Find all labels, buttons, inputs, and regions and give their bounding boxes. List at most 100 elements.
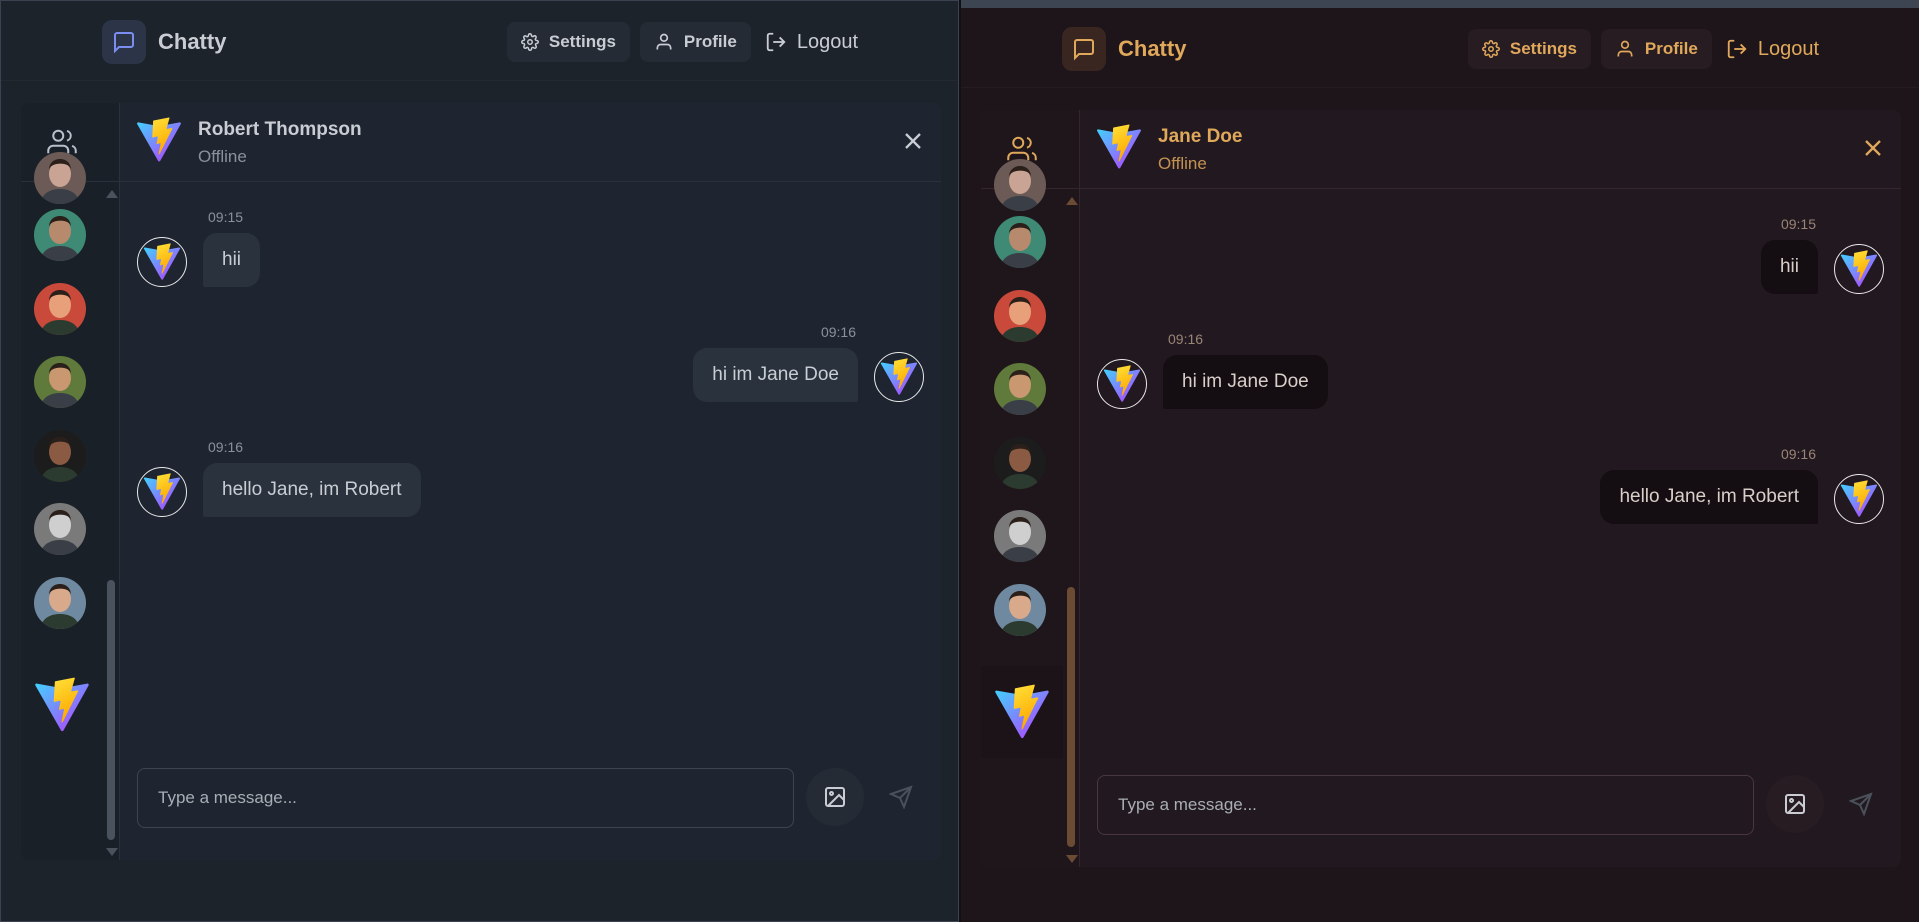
- contacts-sidebar: [21, 103, 120, 860]
- contact-avatar-image: [994, 216, 1046, 268]
- nav-actions: Settings Profile Logout: [1467, 29, 1823, 69]
- message-time: 09:15: [208, 209, 244, 225]
- vite-bolt-logo: [1840, 480, 1878, 517]
- contact-avatar[interactable]: [994, 583, 1046, 636]
- contact-avatar-image: [34, 503, 86, 555]
- brand[interactable]: Chatty: [1062, 27, 1186, 71]
- contact-avatar[interactable]: [34, 576, 86, 629]
- profile-button[interactable]: Profile: [1600, 29, 1712, 69]
- close-chat-button[interactable]: [1859, 134, 1887, 162]
- contact-avatar[interactable]: [994, 510, 1046, 562]
- send-button[interactable]: [872, 768, 930, 826]
- contacts-sidebar: [981, 110, 1080, 867]
- vite-bolt-logo: [880, 358, 918, 395]
- contact-list: [21, 152, 103, 860]
- message-time: 09:16: [1780, 446, 1816, 462]
- contact-avatar[interactable]: [34, 282, 86, 335]
- contact-avatar[interactable]: [994, 289, 1046, 342]
- vite-bolt-logo: [143, 243, 181, 280]
- contact-avatar-image: [34, 152, 86, 204]
- send-button[interactable]: [1832, 775, 1890, 833]
- contact-avatar[interactable]: [34, 503, 86, 555]
- message-bubble: hello Jane, im Robert: [203, 463, 421, 517]
- contact-avatar-image: [34, 576, 86, 629]
- contact-avatar[interactable]: [34, 209, 86, 261]
- nav-actions: Settings Profile Logout: [506, 22, 862, 62]
- contact-avatar[interactable]: [34, 152, 86, 204]
- chat-message: 09:15 hii: [120, 209, 941, 289]
- chat-card: Jane Doe Offline 09:15 hii 09:16 hi im J…: [981, 110, 1901, 867]
- window-left: Chatty Settings Profile Logout Robert Th…: [0, 0, 959, 922]
- user-icon: [654, 32, 674, 52]
- chat-contact-status: Offline: [198, 147, 247, 166]
- contact-avatar-image: [994, 436, 1046, 489]
- vite-bolt-logo: [143, 473, 181, 510]
- vite-bolt-logo: [995, 684, 1049, 739]
- scroll-thumb[interactable]: [1067, 587, 1075, 847]
- profile-button[interactable]: Profile: [639, 22, 751, 62]
- contacts-scrollbar[interactable]: [103, 182, 118, 860]
- chat-message: 09:15 hii: [1080, 216, 1901, 296]
- message-list: 09:15 hii 09:16 hi im Jane Doe 09:16 hel…: [1080, 190, 1901, 750]
- chat-contact-status: Offline: [1158, 154, 1207, 173]
- contact-avatar[interactable]: [994, 216, 1046, 268]
- scroll-up-arrow[interactable]: [1066, 197, 1078, 205]
- brand[interactable]: Chatty: [102, 20, 226, 64]
- scroll-down-arrow[interactable]: [1066, 855, 1078, 863]
- contact-avatar[interactable]: [994, 363, 1046, 415]
- contact-avatar[interactable]: [34, 356, 86, 408]
- message-avatar: [1097, 359, 1147, 409]
- scroll-thumb[interactable]: [107, 580, 115, 840]
- contact-avatar-image: [994, 510, 1046, 562]
- settings-button[interactable]: Settings: [506, 22, 630, 62]
- image-icon: [1783, 792, 1807, 816]
- chat-card: Robert Thompson Offline 09:15 hii 09:16 …: [21, 103, 941, 860]
- chat-main: Robert Thompson Offline 09:15 hii 09:16 …: [120, 103, 941, 860]
- message-time: 09:16: [208, 439, 244, 455]
- settings-label: Settings: [1509, 39, 1577, 58]
- message-time: 09:16: [820, 324, 856, 340]
- gear-icon: [520, 33, 539, 51]
- chat-message: 09:16 hi im Jane Doe: [120, 324, 941, 404]
- profile-label: Profile: [683, 32, 737, 51]
- close-icon: [899, 127, 927, 155]
- contact-avatar-image: [994, 159, 1046, 211]
- contact-avatar-image: [994, 289, 1046, 342]
- attach-image-button[interactable]: [1766, 775, 1824, 833]
- contact-avatar[interactable]: [994, 436, 1046, 489]
- send-icon: [1849, 792, 1873, 816]
- chat-avatar: [1096, 124, 1142, 174]
- message-input[interactable]: [1097, 775, 1754, 835]
- contact-avatar-selected[interactable]: [981, 666, 1063, 758]
- contact-avatar-selected[interactable]: [21, 659, 103, 751]
- attach-image-button[interactable]: [806, 768, 864, 826]
- contact-avatar[interactable]: [34, 429, 86, 482]
- send-icon: [889, 785, 913, 809]
- contact-avatar-image: [34, 209, 86, 261]
- contact-avatar[interactable]: [994, 159, 1046, 211]
- settings-button[interactable]: Settings: [1467, 29, 1591, 69]
- brand-name: Chatty: [158, 29, 227, 54]
- scroll-down-arrow[interactable]: [106, 848, 118, 856]
- logout-button[interactable]: Logout: [761, 22, 862, 62]
- logout-icon: [765, 31, 787, 53]
- message-list: 09:15 hii 09:16 hi im Jane Doe 09:16 hel…: [120, 183, 941, 743]
- scroll-up-arrow[interactable]: [106, 190, 118, 198]
- chat-message: 09:16 hello Jane, im Robert: [1080, 446, 1901, 526]
- image-icon: [823, 785, 847, 809]
- chat-contact-name: Jane Doe: [1158, 126, 1243, 147]
- navbar: Chatty Settings Profile Logout: [961, 8, 1919, 88]
- message-input[interactable]: [137, 768, 794, 828]
- contact-avatar-image: [34, 429, 86, 482]
- logout-button[interactable]: Logout: [1722, 29, 1823, 69]
- vite-bolt-logo: [1097, 124, 1141, 169]
- logout-label: Logout: [796, 30, 858, 53]
- chat-header: Robert Thompson Offline: [120, 103, 941, 182]
- close-chat-button[interactable]: [899, 127, 927, 155]
- vite-bolt-logo: [1103, 365, 1141, 402]
- chat-header: Jane Doe Offline: [1080, 110, 1901, 189]
- contacts-scrollbar[interactable]: [1063, 189, 1078, 867]
- message-bubble: hii: [1760, 240, 1818, 294]
- message-composer: [1080, 757, 1901, 867]
- close-icon: [1859, 134, 1887, 162]
